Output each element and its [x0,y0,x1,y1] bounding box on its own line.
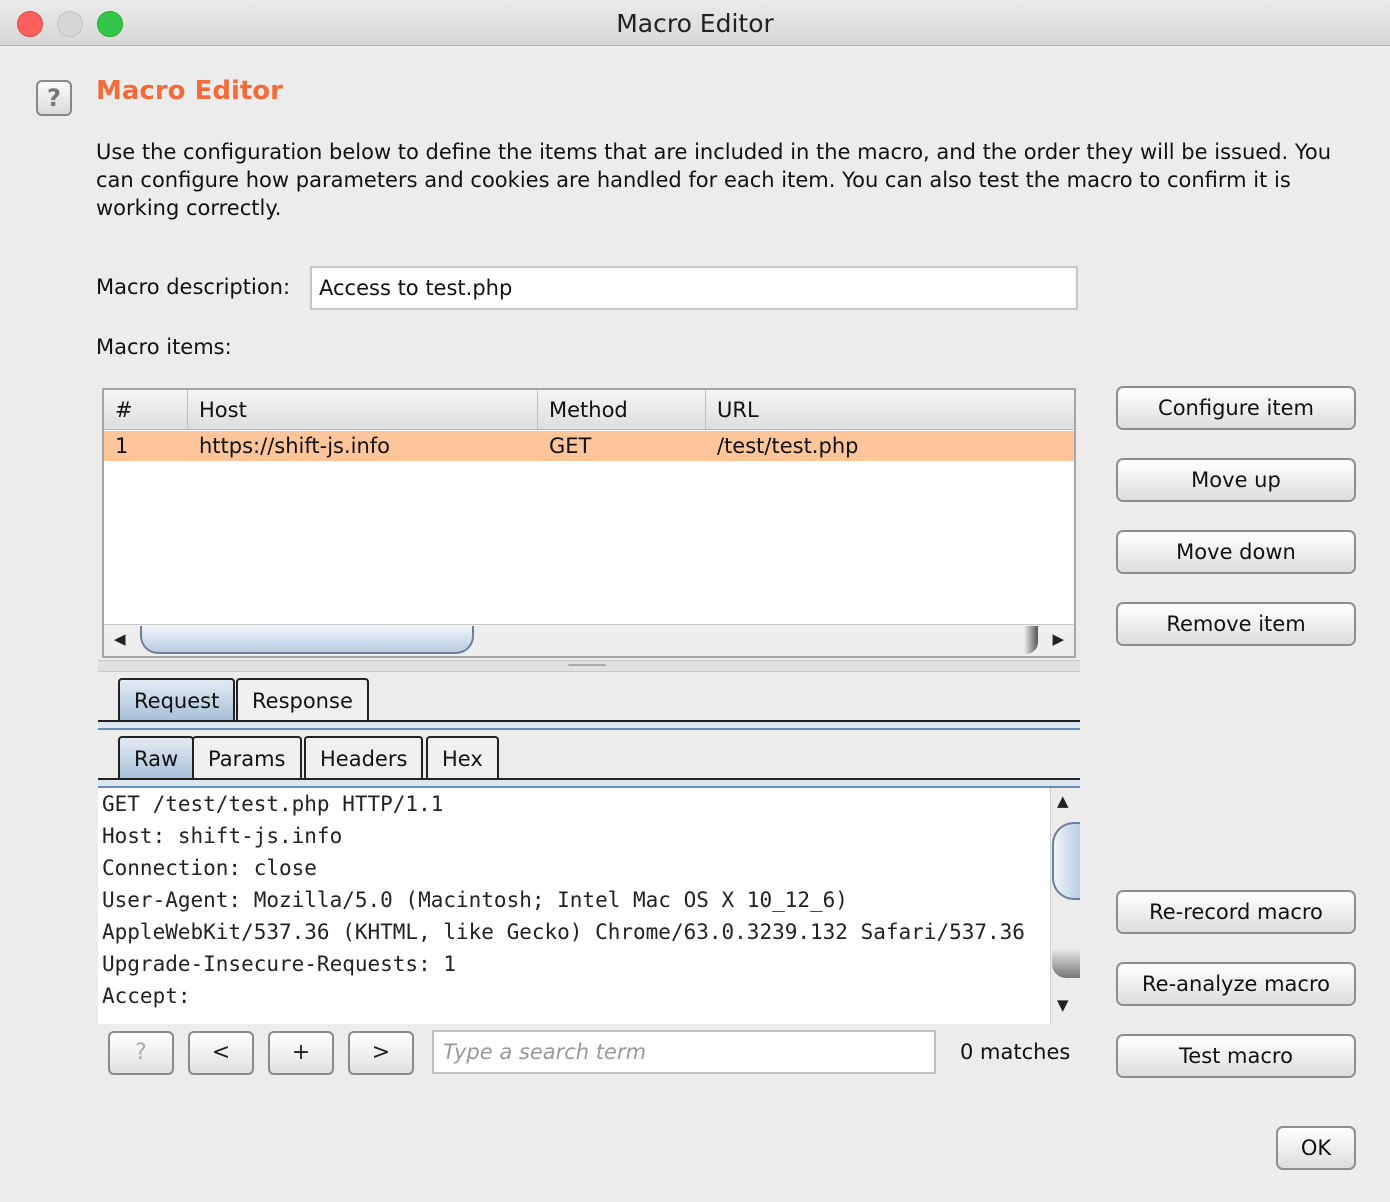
configure-item-button[interactable]: Configure item [1116,386,1356,430]
tab-headers[interactable]: Headers [304,736,424,778]
next-match-button[interactable]: > [348,1031,414,1075]
macro-items-label: Macro items: [96,335,232,359]
vertical-scrollbar[interactable]: ▲ ▼ [1050,788,1080,1024]
column-header-number[interactable]: # [104,390,188,430]
rerecord-macro-button[interactable]: Re-record macro [1116,890,1356,934]
macro-description-label: Macro description: [96,275,291,299]
row-host: https://shift-js.info [199,434,391,458]
page-title: Macro Editor [96,76,283,106]
horizontal-scroll-thumb[interactable] [140,626,474,654]
raw-request-text[interactable]: GET /test/test.php HTTP/1.1 Host: shift-… [102,788,1042,1012]
scroll-right-icon[interactable]: ▶ [1052,630,1064,648]
reanalyze-macro-button[interactable]: Re-analyze macro [1116,962,1356,1006]
tab-raw[interactable]: Raw [118,736,195,778]
vertical-scroll-thumb[interactable] [1052,822,1080,900]
raw-request-editor[interactable]: GET /test/test.php HTTP/1.1 Host: shift-… [98,788,1080,1024]
row-url: /test/test.php [717,434,859,458]
test-macro-button[interactable]: Test macro [1116,1034,1356,1078]
scroll-down-icon[interactable]: ▼ [1057,996,1069,1014]
move-down-button[interactable]: Move down [1116,530,1356,574]
tab-response[interactable]: Response [236,678,369,720]
column-header-url[interactable]: URL [706,390,1074,430]
move-up-button[interactable]: Move up [1116,458,1356,502]
drag-handle-icon[interactable] [568,664,606,668]
ok-button[interactable]: OK [1276,1126,1356,1170]
horizontal-scrollbar[interactable]: ◀ ▶ [104,624,1074,656]
vertical-track-end [1052,948,1080,978]
previous-match-button[interactable]: < [188,1031,254,1075]
column-header-host[interactable]: Host [188,390,538,430]
macro-description-input[interactable] [310,266,1078,310]
scroll-up-icon[interactable]: ▲ [1057,792,1069,810]
tab-hex[interactable]: Hex [426,736,499,778]
table-row[interactable]: 1 https://shift-js.info GET /test/test.p… [104,431,1074,461]
tab-params[interactable]: Params [192,736,302,778]
remove-item-button[interactable]: Remove item [1116,602,1356,646]
add-search-button[interactable]: + [268,1031,334,1075]
row-number: 1 [115,434,129,458]
tab-request[interactable]: Request [118,678,236,720]
match-count: 0 matches [960,1040,1071,1064]
intro-text: Use the configuration below to define th… [96,140,1332,220]
search-input[interactable] [432,1030,936,1074]
title-bar: Macro Editor [0,0,1390,46]
tab-strip-divider [98,720,1080,730]
split-pane-divider[interactable] [98,660,1080,672]
view-tab-strip-divider [98,778,1080,788]
help-icon[interactable]: ? [36,80,72,116]
macro-items-table: # Host Method URL 1 https://shift-js.inf… [102,388,1076,658]
search-help-button[interactable]: ? [108,1031,174,1075]
scroll-track-end [1024,626,1038,654]
window-title: Macro Editor [616,9,774,38]
column-header-method[interactable]: Method [538,390,706,430]
row-method: GET [549,434,592,458]
table-header: # Host Method URL [104,390,1074,430]
scroll-left-icon[interactable]: ◀ [114,630,126,648]
